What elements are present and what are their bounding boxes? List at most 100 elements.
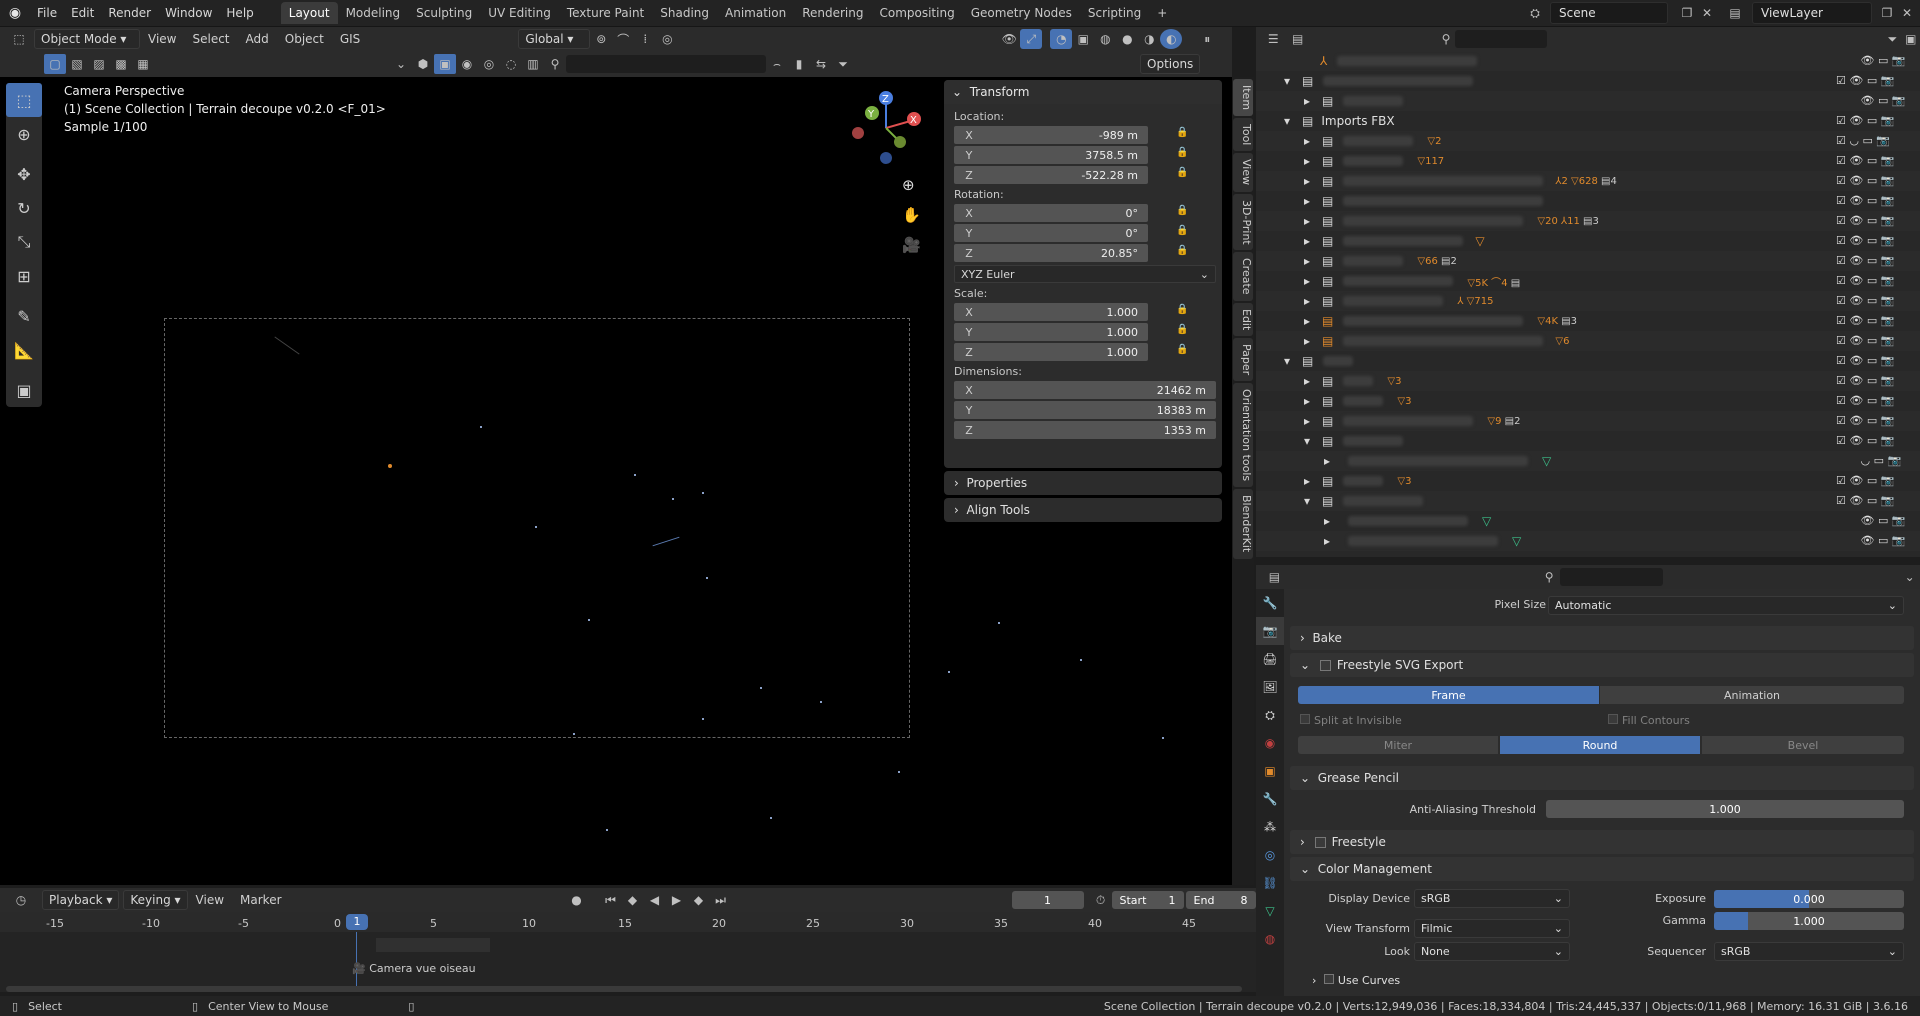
end-frame-field[interactable]: End 8 xyxy=(1185,891,1256,909)
collapse-icon[interactable]: ⌄ xyxy=(390,54,412,74)
output-tab-icon[interactable]: 🖨 xyxy=(1256,645,1284,673)
frame-ruler[interactable]: -15 -10 -5 0 5 10 15 20 25 30 35 40 45 1 xyxy=(0,912,1256,932)
tab-uv-editing[interactable]: UV Editing xyxy=(480,2,559,24)
proportional-edit-icon[interactable]: ◎ xyxy=(656,29,678,49)
tab-scripting[interactable]: Scripting xyxy=(1080,2,1149,24)
list-item[interactable]: ▸ ▽ xyxy=(1256,451,1920,471)
search-icon[interactable]: ⚲ xyxy=(544,54,566,74)
filter-icon[interactable]: ⏷ xyxy=(1883,29,1901,49)
sync-icon[interactable]: ⇆ xyxy=(810,54,832,74)
rotation-x-field[interactable]: X 0° 🔒 xyxy=(954,204,1188,222)
blender-logo-icon[interactable]: ◉ xyxy=(0,0,30,27)
lock-icon[interactable]: 🔒 xyxy=(1176,147,1190,161)
playback-menu[interactable]: Playback ▾ xyxy=(42,890,120,910)
pixel-size-dropdown[interactable]: Automatic ⌄ xyxy=(1548,596,1904,615)
select-box-tool-icon[interactable]: ⬚ xyxy=(6,83,42,117)
render-tab-icon[interactable]: 📷 xyxy=(1256,617,1284,645)
search-input[interactable] xyxy=(566,55,766,73)
tab-tool[interactable]: Tool xyxy=(1233,118,1253,152)
particles-tab-icon[interactable]: ⁂ xyxy=(1256,813,1284,841)
orientation-selector[interactable]: Global ▾ xyxy=(518,29,591,49)
split-invisible-checkbox[interactable] xyxy=(1300,714,1310,724)
modifier-tab-icon[interactable]: 🔧 xyxy=(1256,785,1284,813)
list-item[interactable]: ▾ ▤ xyxy=(1256,71,1920,91)
freestyle-svg-section[interactable]: ⌄ Freestyle SVG Export xyxy=(1290,653,1914,677)
keying-menu[interactable]: Keying ▾ xyxy=(123,890,188,910)
scene-tab-icon[interactable]: ⛭ xyxy=(1256,701,1284,729)
solid-shading-icon[interactable]: ● xyxy=(1116,29,1138,49)
lock-icon[interactable]: 🔒 xyxy=(1176,344,1190,358)
fill-contours-option[interactable]: Fill Contours xyxy=(1608,714,1690,727)
tab-texture-paint[interactable]: Texture Paint xyxy=(559,2,652,24)
list-item[interactable]: ▸ ▤ ▽3 xyxy=(1256,371,1920,391)
clear-icon[interactable]: ⌢ xyxy=(766,54,788,74)
tab-sculpting[interactable]: Sculpting xyxy=(408,2,480,24)
xray-icon[interactable]: ▣ xyxy=(1072,29,1094,49)
delete-view-layer-icon[interactable]: ✕ xyxy=(1896,3,1918,23)
view-layer-icon[interactable]: ▤ xyxy=(1724,3,1746,23)
filter-box-icon[interactable]: ▣ xyxy=(434,54,456,74)
timeline-scrollbar[interactable] xyxy=(6,986,1242,992)
filter-icon[interactable]: ⏷ xyxy=(832,54,854,74)
bookmark-icon[interactable]: ▮ xyxy=(788,54,810,74)
filter-sphere-icon[interactable]: ◉ xyxy=(456,54,478,74)
bevel-toggle[interactable]: Bevel xyxy=(1702,736,1904,754)
tab-paper[interactable]: Paper xyxy=(1233,338,1253,382)
tab-orientation-tools[interactable]: Orientation tools xyxy=(1233,383,1253,488)
select-mode-new-icon[interactable]: ▢ xyxy=(44,54,66,74)
dimensions-x-field[interactable]: X 21462 m xyxy=(954,381,1216,399)
location-x-field[interactable]: X -989 m 🔒 xyxy=(954,126,1188,144)
transform-header[interactable]: ⌄ Transform xyxy=(944,80,1222,104)
add-workspace-icon[interactable]: + xyxy=(1149,2,1175,24)
align-tools-panel-header[interactable]: › Align Tools xyxy=(944,498,1222,522)
gamma-slider[interactable]: 1.000 xyxy=(1714,912,1904,930)
tab-rendering[interactable]: Rendering xyxy=(794,2,871,24)
location-z-field[interactable]: Z -522.28 m 🔒 xyxy=(954,166,1188,184)
list-item[interactable]: ▸ ▤ ▽9 ▤2 xyxy=(1256,411,1920,431)
select-mode-invert-icon[interactable]: ▩ xyxy=(110,54,132,74)
menu-file[interactable]: File xyxy=(30,0,64,27)
jump-keyframe-back-icon[interactable]: ◆ xyxy=(622,890,644,910)
search-icon[interactable]: ⚲ xyxy=(1539,567,1560,587)
tab-compositing[interactable]: Compositing xyxy=(871,2,962,24)
list-item[interactable]: ▸ ▤ ▽20 ⅄11 ▤3 xyxy=(1256,211,1920,231)
dimensions-y-field[interactable]: Y 18383 m xyxy=(954,401,1216,419)
lock-icon[interactable]: 🔒 xyxy=(1176,324,1190,338)
tab-modeling[interactable]: Modeling xyxy=(338,2,409,24)
list-item[interactable]: ▾ ▤ xyxy=(1256,431,1920,451)
pan-hand-icon[interactable]: ✋ xyxy=(902,200,921,230)
pivot-icon[interactable]: ⊚ xyxy=(590,29,612,49)
new-view-layer-icon[interactable]: ❐ xyxy=(1876,3,1898,23)
rotate-tool-icon[interactable]: ↻ xyxy=(6,191,42,225)
snap-target-icon[interactable]: ⁞ xyxy=(634,29,656,49)
display-mode-icon[interactable]: ▤ xyxy=(1288,29,1306,49)
list-item[interactable]: ▾ ▤ Imports FBX xyxy=(1256,111,1920,131)
tab-blenderkit[interactable]: BlenderKit xyxy=(1233,489,1253,559)
editor-type-icon[interactable]: ⬚ xyxy=(8,29,30,49)
scale-z-field[interactable]: Z 1.000 🔒 xyxy=(954,343,1188,361)
rotation-mode-dropdown[interactable]: XYZ Euler ⌄ xyxy=(954,265,1216,283)
bake-section[interactable]: › Bake xyxy=(1290,626,1914,650)
tab-layout[interactable]: Layout xyxy=(280,2,338,24)
list-item[interactable]: ▾ ▤ xyxy=(1256,491,1920,511)
select-mode-intersect-icon[interactable]: ▦ xyxy=(132,54,154,74)
stopwatch-icon[interactable]: ⏱ xyxy=(1090,890,1112,910)
editor-type-icon[interactable]: ☰ xyxy=(1264,29,1282,49)
tab-3d-print[interactable]: 3D-Print xyxy=(1233,193,1253,251)
editor-type-icon[interactable]: ▤ xyxy=(1264,567,1285,587)
jump-keyframe-forward-icon[interactable]: ◆ xyxy=(688,890,710,910)
cursor-tool-icon[interactable]: ⊕ xyxy=(6,117,42,151)
jump-end-icon[interactable]: ⏭ xyxy=(710,890,732,910)
measure-tool-icon[interactable]: 📐 xyxy=(6,333,42,367)
start-frame-field[interactable]: Start 1 xyxy=(1111,891,1184,909)
options-dropdown[interactable]: Options xyxy=(1140,54,1201,74)
tab-geometry-nodes[interactable]: Geometry Nodes xyxy=(963,2,1080,24)
scene-selector[interactable]: Scene xyxy=(1550,2,1668,24)
mode-selector[interactable]: Object Mode ▾ xyxy=(34,29,140,49)
filter-material-icon[interactable]: ◎ xyxy=(478,54,500,74)
fill-contours-checkbox[interactable] xyxy=(1608,714,1618,724)
list-item[interactable]: ▸ ▤ ⅄2 ▽628 ▤4 xyxy=(1256,171,1920,191)
view-layer-tab-icon[interactable]: 🖼 xyxy=(1256,673,1284,701)
menu-view[interactable]: View xyxy=(140,32,184,46)
scale-tool-icon[interactable]: ⤡ xyxy=(6,225,42,259)
